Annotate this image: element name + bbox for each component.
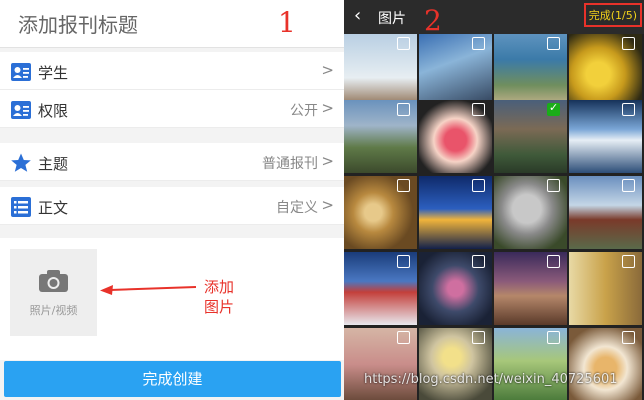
row-label: 正文 <box>38 199 69 217</box>
picker-title: 图片 <box>378 11 406 27</box>
add-media-caption: 照片/视频 <box>29 304 78 317</box>
photo-thumbnail[interactable] <box>344 176 417 249</box>
select-checkbox[interactable] <box>622 103 635 116</box>
done-button[interactable]: 完成(1/5) <box>583 3 642 27</box>
photo-thumbnail[interactable] <box>569 328 642 400</box>
photo-thumbnail[interactable] <box>494 176 567 249</box>
watermark: https://blog.csdn.net/weixin_40725601 <box>364 372 618 387</box>
row-label: 权限 <box>38 102 69 120</box>
student-card-icon <box>11 63 31 81</box>
row-label: 学生 <box>38 64 69 82</box>
select-checkbox[interactable] <box>472 179 485 192</box>
select-checkbox[interactable] <box>622 255 635 268</box>
add-media-button[interactable]: 照片/视频 <box>10 249 97 336</box>
star-icon <box>11 153 31 172</box>
title-bar: 添加报刊标题 1 <box>0 0 344 48</box>
camera-icon <box>39 270 68 292</box>
row-student[interactable]: 学生 > <box>0 52 344 90</box>
annotation-text-line1: 添加 <box>204 278 235 296</box>
select-checkbox[interactable] <box>397 179 410 192</box>
chevron-right-icon: > <box>321 196 334 214</box>
select-checkbox[interactable] <box>472 37 485 50</box>
list-icon <box>11 197 31 217</box>
photo-thumbnail[interactable] <box>344 100 417 173</box>
permission-card-icon <box>11 101 31 119</box>
photo-thumbnail[interactable] <box>344 328 417 400</box>
select-checkbox[interactable] <box>547 37 560 50</box>
select-checkbox[interactable] <box>622 331 635 344</box>
photo-thumbnail[interactable] <box>419 328 492 400</box>
select-checkbox[interactable] <box>622 179 635 192</box>
create-newspaper-screen: 添加报刊标题 1 学生 > 权限 公开 > 主题 普通报刊 > 正文 自定义 >… <box>0 0 344 400</box>
photo-thumbnail[interactable] <box>494 100 567 173</box>
row-body[interactable]: 正文 自定义 > <box>0 187 344 225</box>
chevron-right-icon: > <box>321 152 334 170</box>
title-input[interactable]: 添加报刊标题 <box>18 9 138 38</box>
step-label: 2 <box>424 4 442 37</box>
photo-thumbnail[interactable] <box>569 176 642 249</box>
select-checkbox[interactable] <box>397 103 410 116</box>
select-checkbox[interactable] <box>397 331 410 344</box>
row-value: 公开 <box>290 103 318 119</box>
row-value: 自定义 <box>276 200 318 216</box>
photo-thumbnail[interactable] <box>419 100 492 173</box>
select-checkbox[interactable] <box>472 331 485 344</box>
picker-header: ‹ 图片 2 完成(1/5) <box>344 0 644 37</box>
photo-thumbnail[interactable] <box>419 252 492 325</box>
select-checkbox[interactable] <box>397 255 410 268</box>
photo-thumbnail[interactable] <box>419 34 492 107</box>
photo-thumbnail[interactable] <box>494 34 567 107</box>
row-value: 普通报刊 <box>262 156 318 172</box>
annotation-text-line2: 图片 <box>204 298 235 316</box>
photo-thumbnail[interactable] <box>344 252 417 325</box>
row-label: 主题 <box>38 155 69 173</box>
select-checkbox-checked[interactable] <box>547 101 560 116</box>
photo-thumbnail[interactable] <box>569 34 642 107</box>
select-checkbox[interactable] <box>472 103 485 116</box>
photo-thumbnail[interactable] <box>569 252 642 325</box>
photo-thumbnail[interactable] <box>494 328 567 400</box>
select-checkbox[interactable] <box>547 331 560 344</box>
photo-thumbnail[interactable] <box>344 34 417 107</box>
photo-thumbnail[interactable] <box>419 176 492 249</box>
select-checkbox[interactable] <box>397 37 410 50</box>
chevron-right-icon: > <box>321 61 334 79</box>
chevron-left-icon[interactable]: ‹ <box>354 5 361 26</box>
select-checkbox[interactable] <box>547 179 560 192</box>
media-area: 照片/视频 <box>0 238 344 360</box>
annotation-arrow <box>100 285 196 295</box>
row-theme[interactable]: 主题 普通报刊 > <box>0 143 344 181</box>
step-label: 1 <box>278 6 296 39</box>
create-button[interactable]: 完成创建 <box>4 361 341 397</box>
row-permission[interactable]: 权限 公开 > <box>0 90 344 128</box>
chevron-right-icon: > <box>321 99 334 117</box>
photo-thumbnail[interactable] <box>494 252 567 325</box>
select-checkbox[interactable] <box>547 255 560 268</box>
image-picker-screen: ‹ 图片 2 完成(1/5) <box>344 0 644 400</box>
select-checkbox[interactable] <box>622 37 635 50</box>
photo-thumbnail[interactable] <box>569 100 642 173</box>
select-checkbox[interactable] <box>472 255 485 268</box>
